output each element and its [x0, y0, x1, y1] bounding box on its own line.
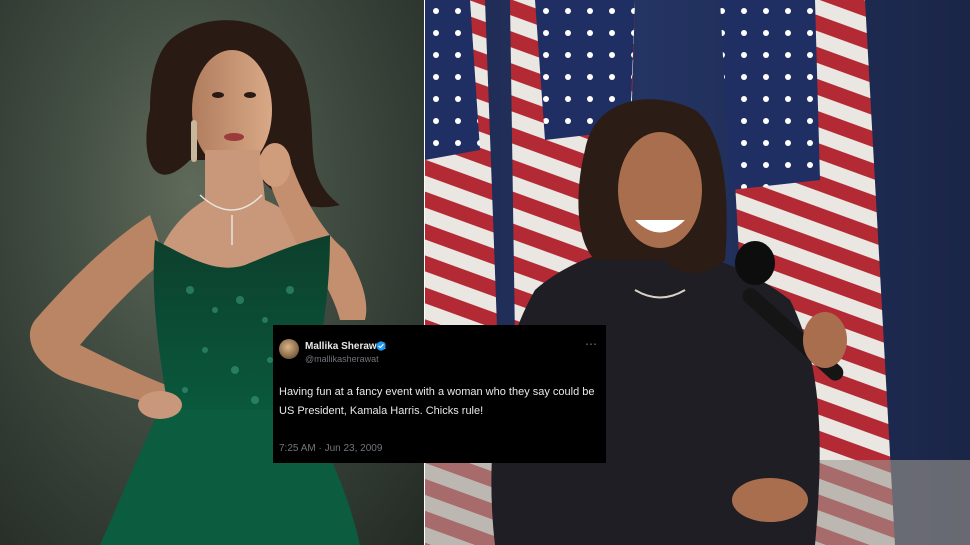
verified-badge-icon: [376, 341, 386, 351]
left-photo-panel: [0, 0, 425, 545]
user-handle[interactable]: @mallikasherawat: [305, 354, 379, 364]
avatar[interactable]: [279, 339, 299, 359]
woman-green-dress-photo: [29, 20, 367, 545]
tweet-timestamp[interactable]: 7:25 AM · Jun 23, 2009: [279, 443, 382, 454]
display-name[interactable]: Mallika Sherawat: [305, 341, 386, 352]
more-options-icon[interactable]: ⋯: [585, 337, 598, 351]
tweet-card: Mallika Sherawat @mallikasherawat ⋯ Havi…: [273, 325, 606, 463]
tweet-text: Having fun at a fancy event with a woman…: [279, 386, 595, 417]
woman-microphone-flags-photo: [425, 0, 970, 545]
right-photo-panel: [425, 0, 970, 545]
